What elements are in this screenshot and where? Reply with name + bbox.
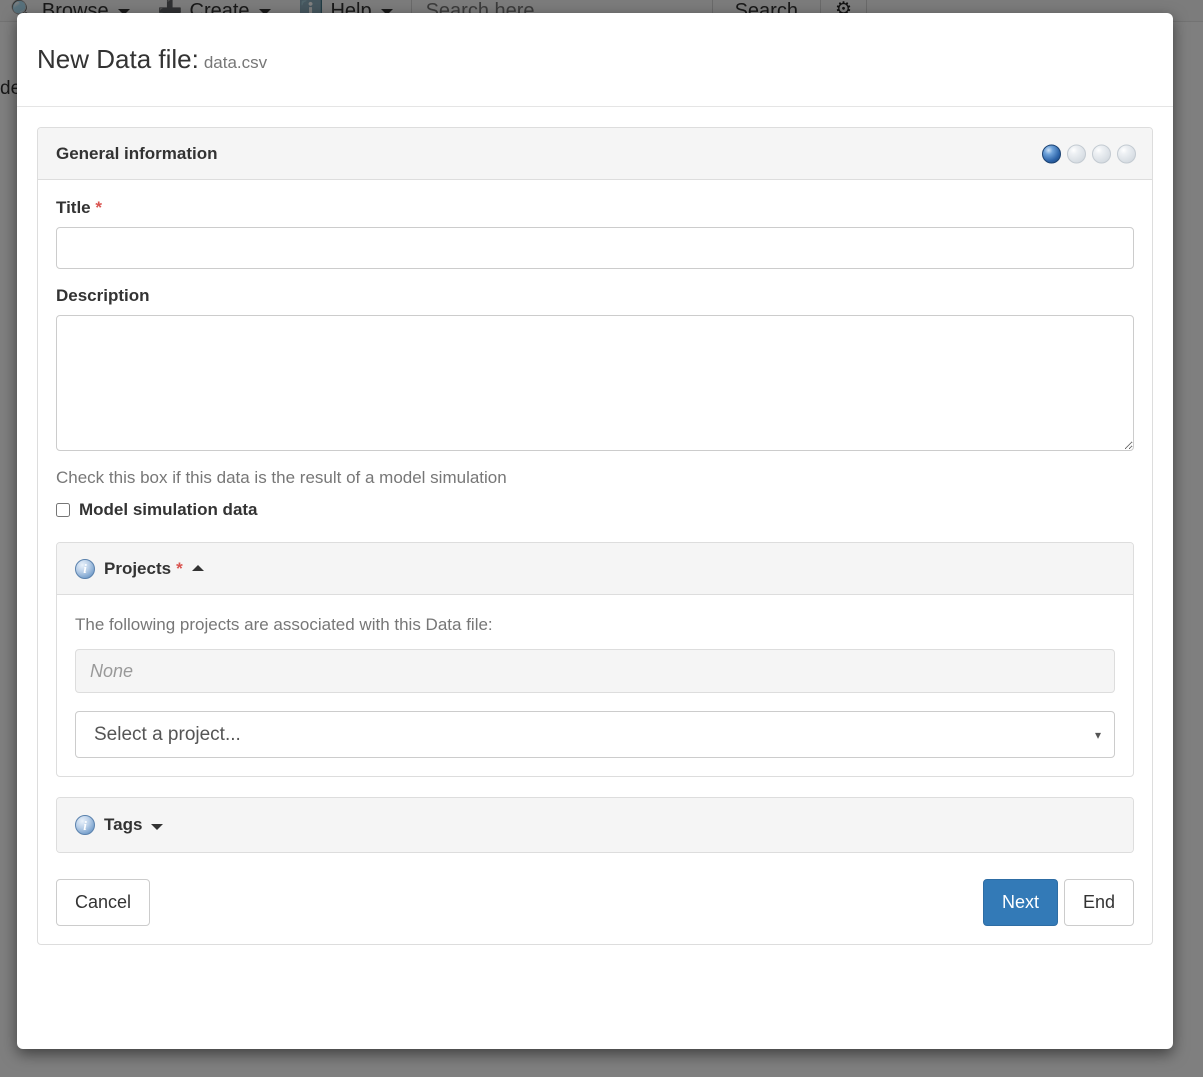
modal-title-text: New Data file: (37, 44, 199, 74)
title-input[interactable] (56, 227, 1134, 269)
tags-panel-header[interactable]: i Tags (57, 798, 1133, 852)
tags-panel: i Tags (56, 797, 1134, 853)
general-information-title: General information (56, 144, 218, 164)
step-dot-1 (1042, 144, 1061, 163)
title-form-group: Title * (56, 198, 1134, 269)
project-select[interactable]: Select a project... (75, 711, 1115, 758)
description-textarea[interactable] (56, 315, 1134, 451)
info-icon[interactable]: i (75, 559, 95, 579)
projects-current-value: None (75, 649, 1115, 693)
new-data-file-modal: New Data file: data.csv General informati… (17, 13, 1173, 1049)
project-select-wrapper[interactable]: Select a project... ▾ (75, 711, 1115, 758)
general-information-body: Title * Description Check this box if th… (38, 180, 1152, 944)
model-simulation-checkbox-row[interactable]: Model simulation data (56, 500, 1134, 520)
projects-panel: i Projects * The following projects are … (56, 542, 1134, 777)
modal-body: General information Title * (17, 107, 1173, 965)
tags-panel-title: Tags (104, 815, 142, 835)
model-simulation-help-text: Check this box if this data is the resul… (56, 468, 1134, 488)
description-label: Description (56, 286, 1134, 306)
projects-panel-body: The following projects are associated wi… (57, 595, 1133, 776)
modal-footer: Cancel Next End (56, 879, 1134, 926)
cancel-button[interactable]: Cancel (56, 879, 150, 926)
footer-action-buttons: Next End (983, 879, 1134, 926)
chevron-up-icon[interactable] (192, 565, 204, 571)
step-dot-2 (1067, 144, 1086, 163)
title-label: Title * (56, 198, 1134, 218)
modal-header: New Data file: data.csv (17, 13, 1173, 107)
end-button[interactable]: End (1064, 879, 1134, 926)
page-title: New Data file: data.csv (37, 41, 267, 77)
title-required-asterisk: * (95, 198, 102, 217)
general-information-panel: General information Title * (37, 127, 1153, 945)
next-button[interactable]: Next (983, 879, 1058, 926)
description-form-group: Description (56, 286, 1134, 451)
projects-panel-header[interactable]: i Projects * (57, 543, 1133, 595)
model-simulation-checkbox[interactable] (56, 503, 70, 517)
chevron-down-icon[interactable] (151, 824, 163, 830)
step-dot-3 (1092, 144, 1111, 163)
page-root: 🔍 Browse ➕ Create ℹ️ Help Search here...… (0, 0, 1203, 1077)
modal-filename: data.csv (204, 53, 267, 72)
projects-panel-title: Projects (104, 559, 171, 579)
title-label-text: Title (56, 198, 91, 217)
projects-association-text: The following projects are associated wi… (75, 615, 1115, 635)
info-icon[interactable]: i (75, 815, 95, 835)
step-progress-dots (1042, 144, 1136, 163)
step-dot-4 (1117, 144, 1136, 163)
model-simulation-label[interactable]: Model simulation data (79, 500, 258, 520)
projects-required-asterisk: * (176, 559, 183, 579)
general-information-header: General information (38, 128, 1152, 180)
